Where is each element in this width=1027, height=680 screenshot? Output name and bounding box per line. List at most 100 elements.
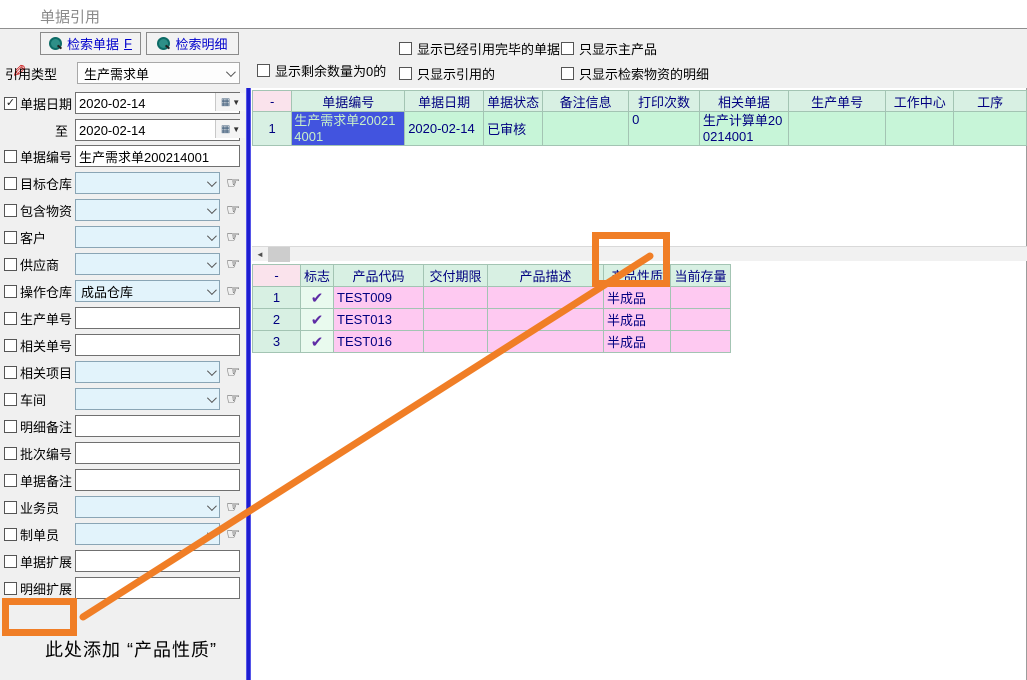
due-date-cell[interactable]	[424, 309, 488, 331]
lookup-hand-icon[interactable]: ☞	[226, 227, 240, 247]
lookup-hand-icon[interactable]: ☞	[226, 173, 240, 193]
detail-ext-checkbox[interactable]	[4, 582, 17, 595]
work-center-cell[interactable]	[886, 112, 954, 146]
op-warehouse-checkbox[interactable]	[4, 285, 17, 298]
row-number-cell[interactable]: 3	[253, 331, 301, 353]
row-number-cell[interactable]: 2	[253, 309, 301, 331]
document-row[interactable]: 1 生产需求单200214001 2020-02-14 已审核 0 生产计算单2…	[253, 112, 1027, 146]
flag-cell[interactable]: ✔	[301, 287, 334, 309]
lookup-hand-icon[interactable]: ☞	[226, 362, 240, 382]
ref-type-combo[interactable]: 生产需求单	[77, 62, 240, 84]
scrollbar-thumb[interactable]	[268, 247, 290, 262]
salesman-combo[interactable]	[75, 496, 220, 518]
doc-no-input[interactable]	[75, 145, 240, 167]
print-count-cell[interactable]: 0	[629, 112, 700, 146]
note-cell[interactable]	[543, 112, 629, 146]
detail-note-checkbox[interactable]	[4, 420, 17, 433]
row-number-cell[interactable]: 1	[253, 287, 301, 309]
lookup-hand-icon[interactable]: ☞	[226, 497, 240, 517]
date-picker-button[interactable]: ▦▼	[215, 93, 245, 111]
batch-no-input[interactable]	[75, 442, 240, 464]
flag-cell[interactable]: ✔	[301, 331, 334, 353]
product-nature-cell[interactable]: 半成品	[604, 309, 671, 331]
related-doc-cell[interactable]: 生产计算单200214001	[699, 112, 788, 146]
chevron-down-icon	[207, 177, 217, 187]
batch-no-checkbox[interactable]	[4, 447, 17, 460]
related-no-input[interactable]	[75, 334, 240, 356]
product-code-cell[interactable]: TEST016	[334, 331, 424, 353]
lookup-hand-icon[interactable]: ☞	[226, 254, 240, 274]
checkbox-box[interactable]	[399, 67, 412, 80]
lookup-hand-icon[interactable]: ☞	[226, 200, 240, 220]
checkbox-show-fully-referenced[interactable]: 显示已经引用完毕的单据	[399, 40, 560, 56]
doc-maker-checkbox[interactable]	[4, 528, 17, 541]
detail-row[interactable]: 1 ✔ TEST009 半成品	[253, 287, 731, 309]
current-stock-cell[interactable]	[671, 309, 731, 331]
lookup-hand-icon[interactable]: ☞	[226, 389, 240, 409]
doc-date-cell[interactable]: 2020-02-14	[405, 112, 484, 146]
doc-ext-checkbox[interactable]	[4, 555, 17, 568]
checkbox-show-referenced-only[interactable]: 只显示引用的	[399, 65, 495, 81]
include-material-checkbox[interactable]	[4, 204, 17, 217]
doc-no-checkbox[interactable]	[4, 150, 17, 163]
detail-ext-input[interactable]	[75, 577, 240, 599]
customer-combo[interactable]	[75, 226, 220, 248]
lookup-hand-icon[interactable]: ☞	[226, 281, 240, 301]
product-desc-cell[interactable]	[488, 309, 604, 331]
related-project-combo[interactable]	[75, 361, 220, 383]
filter-label: 单据编号	[20, 147, 72, 166]
flag-cell[interactable]: ✔	[301, 309, 334, 331]
product-desc-cell[interactable]	[488, 287, 604, 309]
product-code-cell[interactable]: TEST013	[334, 309, 424, 331]
lookup-hand-icon[interactable]: ☞	[226, 524, 240, 544]
related-no-checkbox[interactable]	[4, 339, 17, 352]
checkbox-main-product-only[interactable]: 只显示主产品	[561, 40, 657, 56]
doc-no-cell[interactable]: 生产需求单200214001	[292, 112, 405, 146]
current-stock-cell[interactable]	[671, 331, 731, 353]
workshop-checkbox[interactable]	[4, 393, 17, 406]
doc-date-checkbox[interactable]: ✓	[4, 97, 17, 110]
related-project-checkbox[interactable]	[4, 366, 17, 379]
product-code-cell[interactable]: TEST009	[334, 287, 424, 309]
product-nature-cell[interactable]: 半成品	[604, 287, 671, 309]
prod-no-cell[interactable]	[789, 112, 886, 146]
search-docs-button[interactable]: 检索单据 F	[40, 32, 141, 55]
row-number-cell[interactable]: 1	[253, 112, 292, 146]
due-date-cell[interactable]	[424, 287, 488, 309]
search-detail-button[interactable]: 检索明细	[146, 32, 239, 55]
checkbox-box[interactable]	[561, 67, 574, 80]
workshop-combo[interactable]	[75, 388, 220, 410]
prod-no-checkbox[interactable]	[4, 312, 17, 325]
salesman-checkbox[interactable]	[4, 501, 17, 514]
customer-checkbox[interactable]	[4, 231, 17, 244]
process-cell[interactable]	[954, 112, 1027, 146]
detail-note-input[interactable]	[75, 415, 240, 437]
date-picker-button[interactable]: ▦▼	[215, 120, 245, 138]
supplier-combo[interactable]	[75, 253, 220, 275]
filter-label: 生产单号	[20, 309, 72, 328]
product-desc-cell[interactable]	[488, 331, 604, 353]
target-warehouse-checkbox[interactable]	[4, 177, 17, 190]
include-material-combo[interactable]	[75, 199, 220, 221]
op-warehouse-combo[interactable]: 成品仓库	[75, 280, 220, 302]
scrollbar-left-arrow[interactable]: ◄	[252, 247, 268, 262]
detail-row[interactable]: 2 ✔ TEST013 半成品	[253, 309, 731, 331]
checkbox-box[interactable]	[561, 42, 574, 55]
doc-maker-combo[interactable]	[75, 523, 220, 545]
target-warehouse-combo[interactable]	[75, 172, 220, 194]
product-nature-cell[interactable]: 半成品	[604, 331, 671, 353]
current-stock-cell[interactable]	[671, 287, 731, 309]
checkbox-searched-material-detail-only[interactable]: 只显示检索物资的明细	[561, 65, 709, 81]
prod-no-input[interactable]	[75, 307, 240, 329]
checkbox-remaining-zero[interactable]: 显示剩余数量为0的	[257, 62, 386, 78]
doc-note-checkbox[interactable]	[4, 474, 17, 487]
checkbox-box[interactable]	[399, 42, 412, 55]
supplier-checkbox[interactable]	[4, 258, 17, 271]
checkbox-box[interactable]	[257, 64, 270, 77]
due-date-cell[interactable]	[424, 331, 488, 353]
doc-ext-input[interactable]	[75, 550, 240, 572]
detail-row[interactable]: 3 ✔ TEST016 半成品	[253, 331, 731, 353]
magnifier-icon	[49, 37, 62, 50]
doc-note-input[interactable]	[75, 469, 240, 491]
doc-status-cell[interactable]: 已审核	[484, 112, 543, 146]
